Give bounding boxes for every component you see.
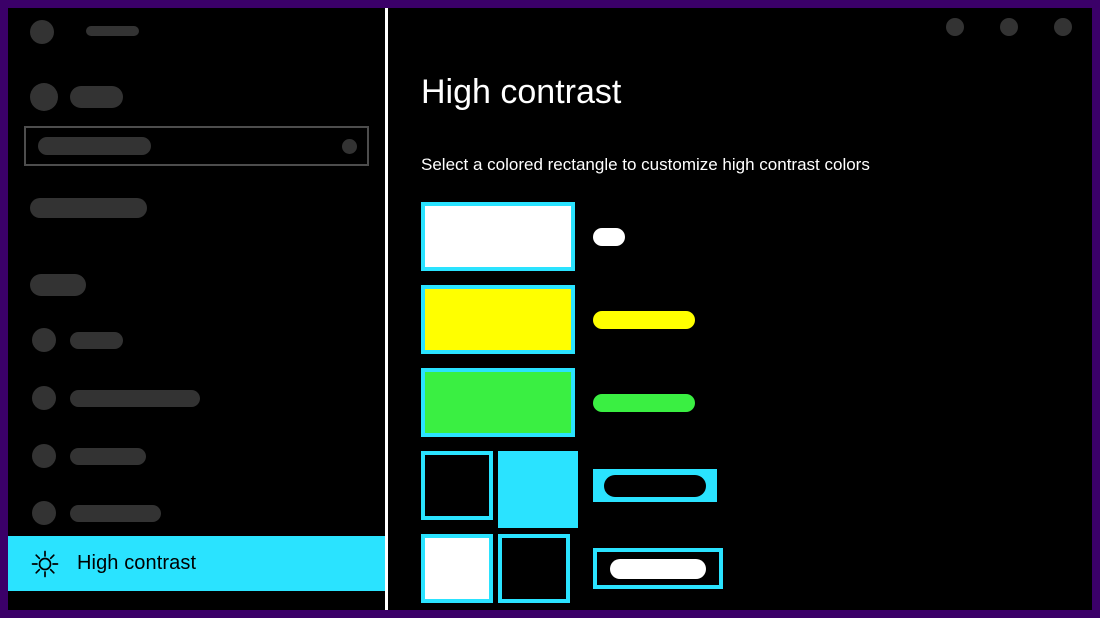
search-input[interactable] bbox=[24, 126, 369, 166]
nav-item-4-label bbox=[70, 505, 161, 522]
button-text-color-row bbox=[421, 534, 1081, 610]
maximize-button[interactable] bbox=[1000, 18, 1018, 36]
brightness-sun-icon bbox=[28, 547, 62, 581]
hyperlink-color-row bbox=[421, 285, 1081, 368]
color-swatch[interactable] bbox=[421, 202, 575, 271]
nav-item-2-icon[interactable] bbox=[32, 386, 56, 410]
search-placeholder-text bbox=[38, 137, 151, 155]
swatch-preview bbox=[593, 368, 695, 437]
account-name-placeholder bbox=[86, 26, 139, 36]
color-swatch[interactable] bbox=[498, 451, 578, 528]
section-avatar[interactable] bbox=[30, 83, 58, 111]
window-frame: High contrast High contrast Select a col… bbox=[0, 0, 1100, 618]
color-swatch-list bbox=[421, 202, 1081, 610]
nav-item-1-icon[interactable] bbox=[32, 328, 56, 352]
close-button[interactable] bbox=[1054, 18, 1072, 36]
swatch-group bbox=[421, 451, 578, 528]
swatch-preview bbox=[593, 534, 723, 603]
search-icon[interactable] bbox=[342, 139, 357, 154]
preview-pill bbox=[610, 558, 706, 579]
preview-pill bbox=[593, 227, 625, 246]
sidebar: High contrast bbox=[8, 8, 385, 610]
window-controls bbox=[946, 18, 1072, 36]
preview-frame bbox=[593, 548, 723, 589]
nav-item-4-icon[interactable] bbox=[32, 501, 56, 525]
selected-text-color-row bbox=[421, 451, 1081, 534]
nav-subgroup-label-placeholder bbox=[30, 274, 86, 296]
swatch-group bbox=[421, 534, 570, 603]
disabled-text-color-row bbox=[421, 368, 1081, 451]
color-swatch[interactable] bbox=[498, 534, 570, 603]
account-avatar[interactable] bbox=[30, 20, 54, 44]
swatch-group bbox=[421, 285, 575, 354]
preview-pill bbox=[604, 474, 706, 497]
color-swatch[interactable] bbox=[421, 368, 575, 437]
preview-pill bbox=[593, 310, 695, 329]
minimize-button[interactable] bbox=[946, 18, 964, 36]
page-subtitle: Select a colored rectangle to customize … bbox=[421, 155, 870, 174]
page-title: High contrast bbox=[421, 73, 622, 111]
swatch-group bbox=[421, 368, 575, 437]
swatch-preview bbox=[593, 202, 625, 271]
swatch-group bbox=[421, 202, 575, 271]
color-swatch[interactable] bbox=[421, 451, 493, 520]
window-content: High contrast High contrast Select a col… bbox=[8, 8, 1092, 610]
main-panel: High contrast Select a colored rectangle… bbox=[388, 8, 1092, 610]
color-swatch[interactable] bbox=[421, 534, 493, 603]
nav-item-3-icon[interactable] bbox=[32, 444, 56, 468]
nav-item-1-label bbox=[70, 332, 123, 349]
nav-item-2-label bbox=[70, 390, 200, 407]
nav-group-label-placeholder bbox=[30, 198, 147, 218]
nav-item-3-label bbox=[70, 448, 146, 465]
swatch-preview bbox=[593, 285, 695, 354]
color-swatch[interactable] bbox=[421, 285, 575, 354]
section-title-placeholder bbox=[70, 86, 123, 108]
text-color-row bbox=[421, 202, 1081, 285]
sidebar-item-label: High contrast bbox=[77, 552, 197, 574]
preview-pill bbox=[593, 393, 695, 412]
swatch-preview bbox=[593, 451, 717, 520]
sidebar-item-high-contrast[interactable]: High contrast bbox=[8, 536, 385, 591]
preview-frame bbox=[593, 469, 717, 502]
